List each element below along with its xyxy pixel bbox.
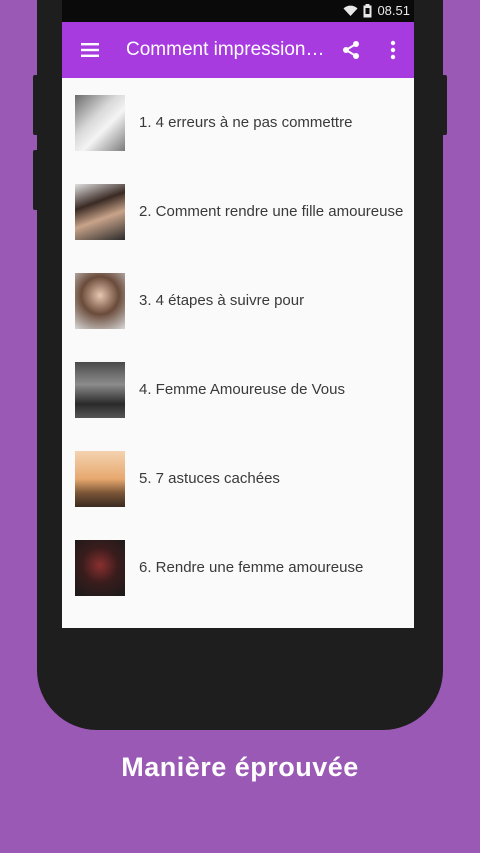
more-vert-icon[interactable] bbox=[372, 40, 414, 60]
app-bar: Comment impressionne... bbox=[62, 22, 414, 78]
battery-icon bbox=[363, 3, 372, 17]
thumbnail-image bbox=[75, 539, 125, 596]
phone-side-button bbox=[439, 75, 447, 135]
phone-screen: 08.51 Comment impressionne... 1. 4 erreu… bbox=[62, 0, 414, 628]
list-item-label: 5. 7 astuces cachées bbox=[139, 470, 280, 487]
list-item-label: 2. Comment rendre une fille amoureuse bbox=[139, 203, 404, 220]
share-icon[interactable] bbox=[330, 40, 372, 60]
list-item[interactable]: 5. 7 astuces cachées bbox=[62, 434, 414, 523]
status-time: 08.51 bbox=[377, 3, 410, 18]
phone-side-button bbox=[33, 150, 41, 210]
thumbnail-image bbox=[75, 183, 125, 240]
article-list: 1. 4 erreurs à ne pas commettre 2. Comme… bbox=[62, 78, 414, 612]
hamburger-menu-icon[interactable] bbox=[62, 42, 118, 58]
list-item[interactable]: 4. Femme Amoureuse de Vous bbox=[62, 345, 414, 434]
list-item-label: 1. 4 erreurs à ne pas commettre bbox=[139, 114, 353, 131]
thumbnail-image bbox=[75, 361, 125, 418]
list-item[interactable]: 3. 4 étapes à suivre pour bbox=[62, 256, 414, 345]
wifi-icon bbox=[343, 5, 358, 16]
app-title: Comment impressionne... bbox=[126, 39, 330, 60]
list-item[interactable]: 6. Rendre une femme amoureuse bbox=[62, 523, 414, 612]
thumbnail-image bbox=[75, 272, 125, 329]
list-item-label: 4. Femme Amoureuse de Vous bbox=[139, 381, 345, 398]
thumbnail-image bbox=[75, 94, 125, 151]
list-item-label: 6. Rendre une femme amoureuse bbox=[139, 559, 364, 576]
thumbnail-image bbox=[75, 450, 125, 507]
list-item-label: 3. 4 étapes à suivre pour bbox=[139, 292, 305, 309]
status-bar: 08.51 bbox=[62, 0, 414, 22]
list-item[interactable]: 2. Comment rendre une fille amoureuse bbox=[62, 167, 414, 256]
phone-side-button bbox=[33, 75, 41, 135]
list-item[interactable]: 1. 4 erreurs à ne pas commettre bbox=[62, 78, 414, 167]
promo-caption: Manière éprouvée bbox=[121, 752, 359, 782]
